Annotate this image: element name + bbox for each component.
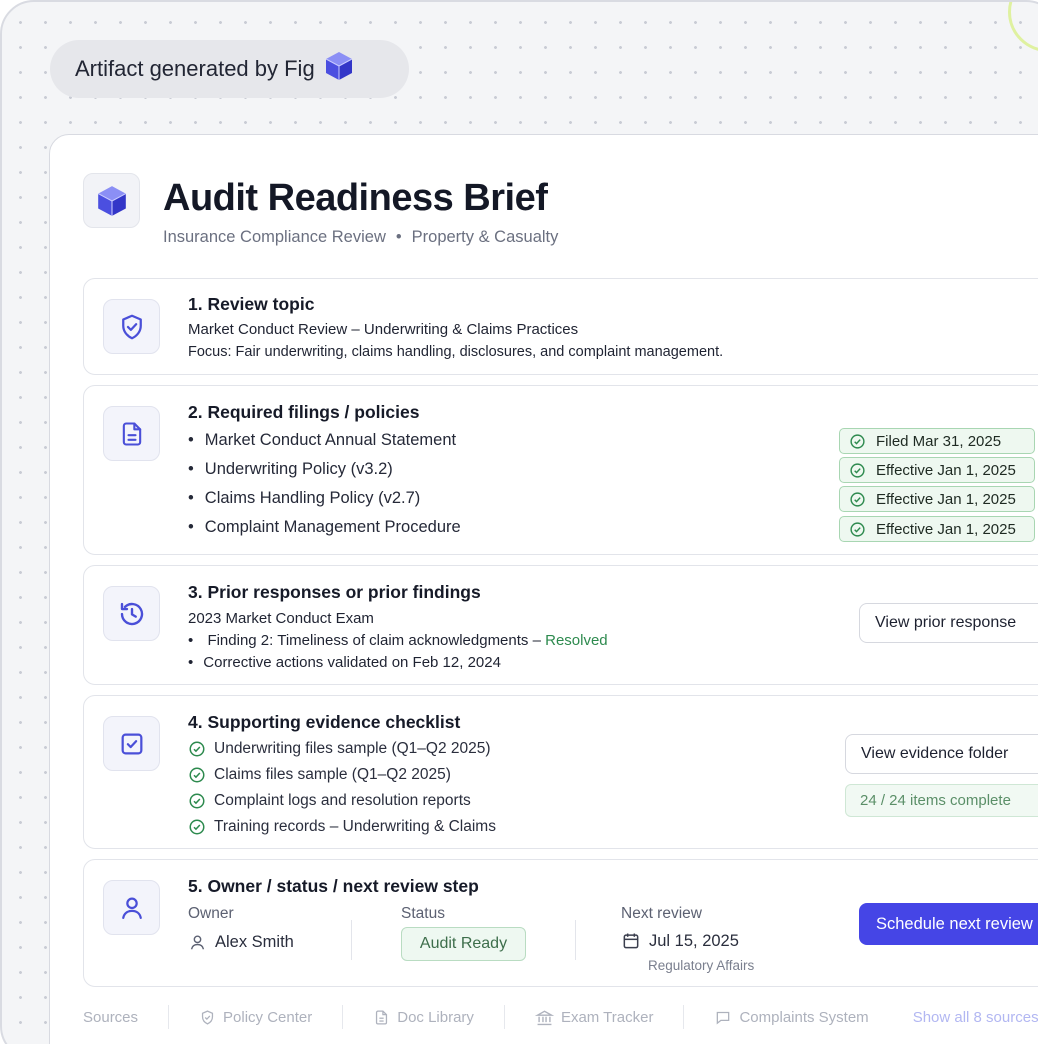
check-circle-icon: [850, 433, 865, 449]
evidence-item-label: Underwriting files sample (Q1–Q2 2025): [214, 740, 491, 757]
person-icon: [190, 935, 205, 950]
filing-item: Underwriting Policy (v3.2): [188, 460, 393, 479]
check-circle-icon: [850, 462, 865, 478]
evidence-item: Training records – Underwriting & Claims: [188, 818, 496, 836]
schedule-next-review-button[interactable]: Schedule next review: [859, 903, 1038, 945]
filing-status-badge: Effective Jan 1, 2025: [839, 486, 1035, 512]
check-circle-icon: [189, 793, 205, 809]
section-title: 5. Owner / status / next review step: [188, 876, 479, 896]
artifact-frame: Artifact generated by Fig Audit Readines…: [0, 0, 1038, 1044]
divider: [351, 920, 352, 960]
section-owner-status: 5. Owner / status / next review step Own…: [83, 859, 1038, 987]
cube-icon: [97, 185, 126, 216]
divider: [342, 1005, 344, 1029]
finding-status: Resolved: [545, 632, 608, 649]
source-label: Policy Center: [223, 1008, 313, 1026]
filing-item: Claims Handling Policy (v2.7): [188, 489, 421, 508]
filing-status-text: Filed Mar 31, 2025: [876, 432, 1002, 450]
check-circle-icon: [189, 767, 205, 783]
document-icon: [103, 406, 160, 461]
brief-card: Audit Readiness Brief Insurance Complian…: [49, 134, 1038, 1044]
check-circle-icon: [850, 521, 865, 537]
chat-icon: [717, 1011, 730, 1024]
next-review-date: Jul 15, 2025: [621, 931, 739, 951]
next-review-value: Jul 15, 2025: [649, 931, 739, 950]
evidence-item: Complaint logs and resolution reports: [188, 792, 471, 810]
filing-status-text: Effective Jan 1, 2025: [876, 461, 1016, 479]
user-icon: [103, 880, 160, 935]
source-label: Complaints System: [739, 1008, 869, 1026]
review-topic-name: Market Conduct Review – Underwriting & C…: [188, 321, 579, 338]
artifact-badge: Artifact generated by Fig: [50, 40, 409, 98]
section-title: 4. Supporting evidence checklist: [188, 712, 461, 732]
section-evidence-checklist: 4. Supporting evidence checklist Underwr…: [83, 695, 1038, 849]
next-review-team: Regulatory Affairs: [648, 958, 755, 973]
evidence-item-label: Training records – Underwriting & Claims: [214, 818, 496, 835]
show-all-sources-link[interactable]: Show all 8 sources: [913, 1009, 1038, 1026]
brief-logo: [83, 173, 140, 228]
status-badge: Audit Ready: [401, 927, 526, 961]
owner-label: Owner: [188, 905, 234, 922]
sources-bar: Sources Policy Center Doc Library Exam T…: [83, 1005, 1038, 1029]
check-circle-icon: [850, 491, 865, 507]
status-label: Status: [401, 905, 445, 922]
divider: [575, 920, 576, 960]
view-prior-response-button[interactable]: View prior response: [859, 603, 1038, 643]
section-title: 3. Prior responses or prior findings: [188, 582, 481, 602]
filing-status-text: Effective Jan 1, 2025: [876, 490, 1016, 508]
bank-icon: [534, 1010, 554, 1025]
page-title: Audit Readiness Brief: [163, 177, 548, 219]
owner-name: Alex Smith: [215, 933, 294, 951]
source-label: Doc Library: [397, 1008, 474, 1026]
owner-value: Alex Smith: [188, 933, 294, 952]
document-icon: [376, 1009, 388, 1025]
evidence-item: Underwriting files sample (Q1–Q2 2025): [188, 740, 491, 758]
frame-highlight: [1008, 2, 1038, 52]
divider: [503, 1005, 505, 1029]
section-title: 2. Required filings / policies: [188, 402, 420, 422]
prior-finding-text: Finding 2: Timeliness of claim acknowled…: [207, 632, 541, 649]
check-circle-icon: [189, 741, 205, 757]
section-title: 1. Review topic: [188, 294, 315, 314]
fig-cube-icon: [323, 50, 355, 88]
review-topic-focus: Focus: Fair underwriting, claims handlin…: [188, 344, 724, 360]
filing-item: Market Conduct Annual Statement: [188, 431, 456, 450]
prior-exam-name: 2023 Market Conduct Exam: [188, 610, 374, 627]
corrective-actions: Corrective actions validated on Feb 12, …: [188, 654, 501, 671]
shield-icon: [201, 1009, 214, 1025]
filing-status-text: Effective Jan 1, 2025: [876, 520, 1016, 538]
section-prior-findings: 3. Prior responses or prior findings 202…: [83, 565, 1038, 685]
source-label: Exam Tracker: [560, 1008, 654, 1026]
history-icon: [103, 586, 160, 641]
subtitle-separator: •: [395, 228, 402, 246]
section-required-filings: 2. Required filings / policies Market Co…: [83, 385, 1038, 555]
source-exam-tracker[interactable]: Exam Tracker: [534, 1008, 654, 1026]
artifact-badge-label: Artifact generated by Fig: [75, 56, 315, 81]
divider: [168, 1005, 170, 1029]
divider: [683, 1005, 685, 1029]
next-review-label: Next review: [621, 905, 702, 922]
sources-label: Sources: [83, 1008, 139, 1026]
page-subtitle: Insurance Compliance Review • Property & C…: [163, 228, 558, 247]
evidence-item-label: Claims files sample (Q1–Q2 2025): [214, 766, 451, 783]
shield-check-icon: [103, 299, 160, 354]
subtitle-category: Insurance Compliance Review: [163, 228, 386, 246]
calendar-icon: [623, 933, 639, 949]
filing-status-badge: Filed Mar 31, 2025: [839, 428, 1035, 454]
checkbox-icon: [103, 716, 160, 771]
source-complaints-system[interactable]: Complaints System: [714, 1008, 869, 1026]
check-circle-icon: [189, 819, 205, 835]
evidence-item: Claims files sample (Q1–Q2 2025): [188, 766, 451, 784]
filing-status-badge: Effective Jan 1, 2025: [839, 516, 1035, 542]
filing-item: Complaint Management Procedure: [188, 518, 461, 537]
section-review-topic: 1. Review topic Market Conduct Review – …: [83, 278, 1038, 375]
evidence-item-label: Complaint logs and resolution reports: [214, 792, 471, 809]
source-policy-center[interactable]: Policy Center: [199, 1009, 312, 1026]
subtitle-line: Property & Casualty: [411, 228, 559, 246]
source-doc-library[interactable]: Doc Library: [373, 1009, 474, 1026]
filing-status-badge: Effective Jan 1, 2025: [839, 457, 1035, 483]
view-evidence-folder-button[interactable]: View evidence folder: [845, 734, 1038, 774]
prior-finding: Finding 2: Timeliness of claim acknowled…: [188, 632, 608, 649]
evidence-progress-badge: 24 / 24 items complete: [845, 784, 1038, 817]
